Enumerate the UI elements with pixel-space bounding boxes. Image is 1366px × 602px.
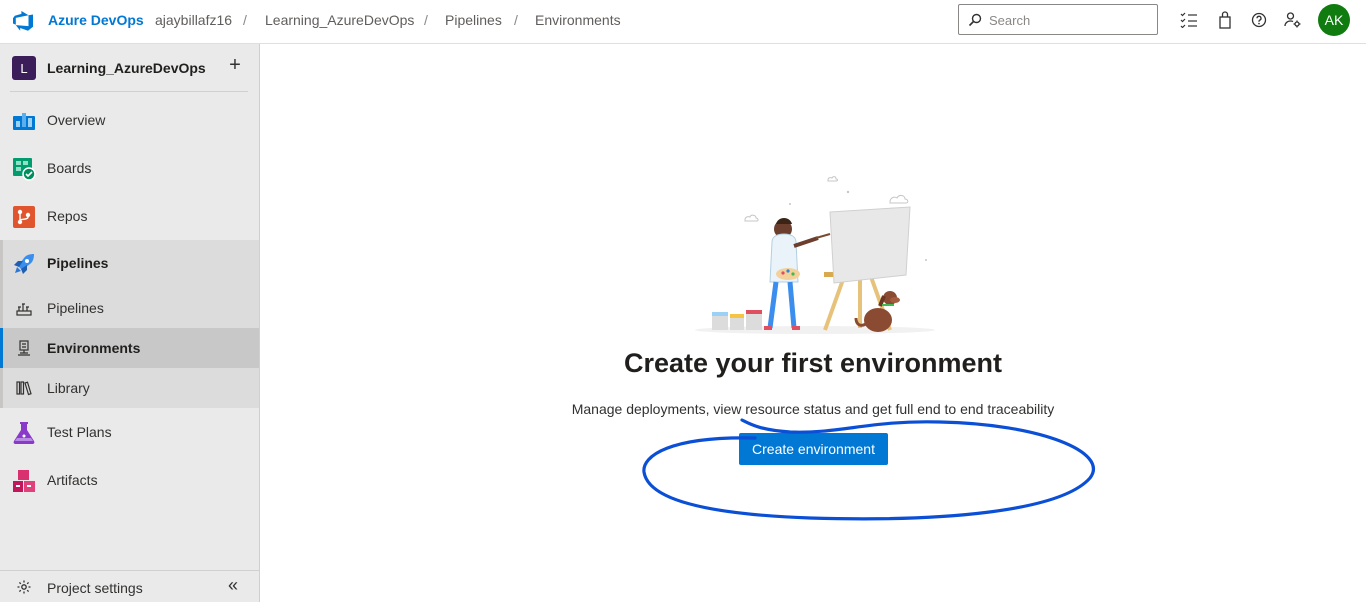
search-icon (968, 13, 982, 27)
painter-illustration-icon (695, 176, 935, 334)
breadcrumb-project[interactable]: Learning_AzureDevOps (265, 12, 414, 28)
top-bar: Azure DevOps ajaybillafz16 / Learning_Az… (0, 0, 1366, 44)
repos-icon (13, 206, 35, 228)
page-title: Create your first environment (623, 348, 1003, 378)
page-subtitle: Manage deployments, view resource status… (571, 401, 1055, 417)
shopping-bag-icon[interactable] (1215, 10, 1235, 30)
main-content: Create your first environment Manage dep… (260, 44, 1366, 602)
gear-icon (17, 580, 31, 594)
azure-devops-logo-icon[interactable] (12, 9, 36, 33)
add-icon[interactable]: + (226, 55, 244, 75)
sidebar-item-boards[interactable]: Boards (0, 145, 259, 193)
project-name[interactable]: Learning_AzureDevOps (47, 60, 206, 76)
sidebar-subitem-label: Pipelines (47, 300, 104, 316)
organization-link[interactable]: ajaybillafz16 (155, 12, 232, 28)
breadcrumb-separator: / (243, 12, 247, 28)
project-badge: L (12, 56, 36, 80)
breadcrumb-separator: / (514, 12, 518, 28)
breadcrumb-environments[interactable]: Environments (535, 12, 621, 28)
sidebar-subitem-pipelines[interactable]: Pipelines (0, 288, 259, 328)
sidebar-item-overview[interactable]: Overview (0, 97, 259, 145)
pipelines-icon (14, 254, 34, 274)
pipelines-sub-icon (16, 303, 32, 316)
environments-icon (18, 340, 30, 356)
sidebar-subitem-library[interactable]: Library (0, 368, 259, 408)
sidebar-item-artifacts[interactable]: Artifacts (0, 457, 259, 505)
task-list-icon[interactable] (1179, 10, 1199, 30)
sidebar-item-label: Artifacts (47, 472, 98, 488)
sidebar-item-repos[interactable]: Repos (0, 193, 259, 241)
pipelines-group: Pipelines Pipelines Environments Library (0, 240, 259, 408)
project-settings[interactable]: Project settings « (0, 570, 259, 602)
library-icon (16, 381, 32, 396)
breadcrumb-separator: / (424, 12, 428, 28)
breadcrumb-pipelines[interactable]: Pipelines (445, 12, 502, 28)
search-input[interactable] (989, 11, 1149, 29)
sidebar-item-label: Repos (47, 208, 88, 224)
search-box[interactable] (958, 4, 1158, 35)
sidebar-subitem-label: Environments (47, 340, 141, 356)
avatar[interactable]: AK (1318, 4, 1350, 36)
boards-icon (13, 158, 36, 181)
help-icon[interactable] (1249, 10, 1269, 30)
divider (10, 91, 248, 92)
sidebar-item-label: Boards (47, 160, 92, 176)
test-plans-icon (13, 422, 35, 444)
artifacts-icon (13, 470, 35, 492)
overview-icon (13, 113, 35, 130)
sidebar-subitem-environments[interactable]: Environments (0, 328, 259, 368)
sidebar: L Learning_AzureDevOps + Overview Boards (0, 44, 260, 602)
brand-name[interactable]: Azure DevOps (48, 12, 144, 28)
user-settings-icon[interactable] (1283, 10, 1303, 30)
sidebar-item-label: Test Plans (47, 424, 112, 440)
sidebar-subitem-label: Library (47, 380, 90, 396)
sidebar-item-label: Pipelines (47, 255, 109, 271)
project-header[interactable]: L Learning_AzureDevOps + (0, 44, 259, 92)
project-settings-label: Project settings (47, 580, 143, 596)
create-environment-button[interactable]: Create environment (739, 433, 888, 465)
collapse-sidebar-icon[interactable]: « (228, 576, 244, 594)
annotation-circle (642, 418, 1095, 521)
sidebar-item-pipelines[interactable]: Pipelines (0, 240, 259, 288)
sidebar-item-label: Overview (47, 112, 106, 128)
sidebar-item-test-plans[interactable]: Test Plans (0, 409, 259, 457)
